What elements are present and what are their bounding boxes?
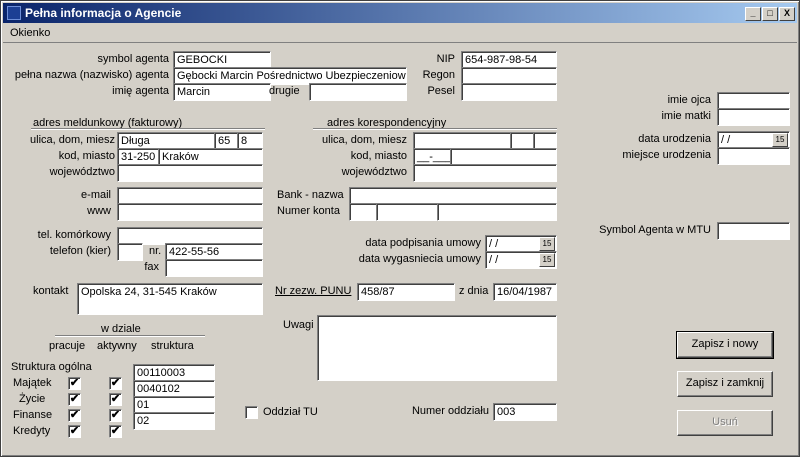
nr-label: nr.: [149, 245, 162, 257]
col-works: pracuje: [49, 340, 86, 352]
account-part2[interactable]: [376, 203, 438, 221]
main-zip-label: kod, miasto: [58, 150, 115, 162]
fax-field[interactable]: [165, 259, 263, 277]
from-date-field[interactable]: 16/04/1987: [493, 283, 557, 301]
main-address-divider: [31, 128, 265, 130]
branch-number-field[interactable]: 003: [493, 403, 557, 421]
second-name-label: drugie: [269, 85, 300, 97]
save-close-button[interactable]: Zapisz i zamknij: [677, 371, 773, 397]
dept-label-kredyty: Kredyty: [13, 425, 51, 437]
corr-voiv-field[interactable]: [413, 164, 557, 182]
account-part3[interactable]: [437, 203, 557, 221]
close-button[interactable]: X: [779, 7, 795, 21]
www-field[interactable]: [117, 203, 263, 221]
phone-prefix-field[interactable]: [117, 243, 143, 261]
title-bar: Pełna informacja o Agencie _ □ X: [3, 3, 797, 23]
full-name-label: pełna nazwa (nazwisko) agenta: [14, 69, 169, 81]
contact-label: kontakt: [33, 285, 69, 297]
from-date-label: z dnia: [459, 285, 489, 297]
mother-field[interactable]: [717, 108, 790, 126]
www-label: www: [87, 205, 111, 217]
bank-name-label: Bank - nazwa: [277, 189, 344, 201]
pesel-field[interactable]: [461, 83, 557, 101]
active-checkbox-majatek[interactable]: ✔: [109, 377, 122, 390]
main-voiv-field[interactable]: [117, 164, 263, 182]
works-checkbox-finanse[interactable]: ✔: [68, 409, 81, 422]
account-part1[interactable]: [349, 203, 377, 221]
signed-date-label: data podpisania umowy: [365, 237, 481, 249]
main-voiv-label: województwo: [49, 166, 115, 178]
works-checkbox-kredyty[interactable]: ✔: [68, 425, 81, 438]
structure-field-finanse[interactable]: 02: [133, 412, 215, 430]
save-new-button[interactable]: Zapisz i nowy: [676, 331, 774, 359]
second-name-field[interactable]: [309, 83, 407, 101]
notes-field[interactable]: [317, 315, 557, 381]
account-label: Numer konta: [277, 205, 340, 217]
col-active: aktywny: [97, 340, 137, 352]
fax-label: fax: [144, 261, 159, 273]
punu-field[interactable]: 458/87: [357, 283, 455, 301]
window-title: Pełna informacja o Agencie: [25, 6, 182, 20]
email-label: e-mail: [81, 189, 111, 201]
calendar-icon[interactable]: 15: [772, 133, 788, 147]
main-street-label: ulica, dom, miesz: [30, 134, 115, 146]
active-checkbox-finanse[interactable]: ✔: [109, 409, 122, 422]
branch-number-label: Numer oddziału: [411, 405, 489, 417]
branch-tu-label: Oddział TU: [263, 406, 318, 418]
menu-bar: Okienko: [3, 24, 797, 42]
contact-field[interactable]: Opolska 24, 31-545 Kraków: [77, 283, 263, 315]
birth-date-label: data urodzenia: [638, 133, 711, 145]
notes-label: Uwagi: [283, 319, 314, 331]
works-checkbox-majatek[interactable]: ✔: [68, 377, 81, 390]
dept-divider: [55, 335, 205, 337]
corr-address-divider: [313, 128, 557, 130]
menu-okienko[interactable]: Okienko: [10, 27, 50, 39]
mother-label: imie matki: [661, 110, 711, 122]
mtu-field[interactable]: [717, 222, 790, 240]
signed-date-value: / /: [489, 238, 499, 250]
corr-street-label: ulica, dom, miesz: [322, 134, 407, 146]
minimize-button[interactable]: _: [745, 7, 761, 21]
mtu-label: Symbol Agenta w MTU: [599, 224, 711, 236]
maximize-button[interactable]: □: [762, 7, 778, 21]
pesel-label: Pesel: [427, 85, 455, 97]
father-label: imie ojca: [667, 94, 711, 106]
birth-place-field[interactable]: [717, 147, 790, 165]
main-window: Pełna informacja o Agencie _ □ X Okienko…: [0, 0, 800, 457]
mobile-label: tel. komórkowy: [37, 229, 111, 241]
first-name-field[interactable]: Marcin: [173, 83, 271, 101]
expiry-date-label: data wygasniecia umowy: [358, 253, 481, 265]
punu-label: Nr zezw. PUNU: [275, 285, 352, 297]
calendar-icon[interactable]: 15: [539, 237, 555, 251]
corr-voiv-label: województwo: [341, 166, 407, 178]
birth-date-value: / /: [721, 134, 731, 146]
calendar-icon[interactable]: 15: [539, 253, 555, 267]
symbol-label: symbol agenta: [97, 53, 169, 65]
active-checkbox-zycie[interactable]: ✔: [109, 393, 122, 406]
expiry-date-value: / /: [489, 254, 499, 266]
works-checkbox-zycie[interactable]: ✔: [68, 393, 81, 406]
col-structure: struktura: [151, 340, 194, 352]
app-icon: [7, 6, 21, 20]
form-area: symbol agenta GEBOCKI pełna nazwa (nazwi…: [3, 42, 797, 454]
expiry-date-field[interactable]: / / 15: [485, 251, 557, 269]
birth-place-label: miejsce urodzenia: [622, 149, 711, 161]
general-structure-label: Struktura ogólna: [11, 361, 92, 373]
regon-label: Regon: [422, 69, 455, 81]
dept-label-zycie: Życie: [19, 393, 46, 405]
phone-label: telefon (kier): [49, 245, 111, 257]
first-name-label: imię agenta: [112, 85, 169, 97]
active-checkbox-kredyty[interactable]: ✔: [109, 425, 122, 438]
corr-zip-label: kod, miasto: [350, 150, 407, 162]
nip-label: NIP: [436, 53, 455, 65]
branch-tu-checkbox[interactable]: [245, 406, 258, 419]
dept-label-majatek: Majątek: [13, 377, 52, 389]
delete-button[interactable]: Usuń: [677, 410, 773, 436]
dept-label-finanse: Finanse: [13, 409, 53, 421]
